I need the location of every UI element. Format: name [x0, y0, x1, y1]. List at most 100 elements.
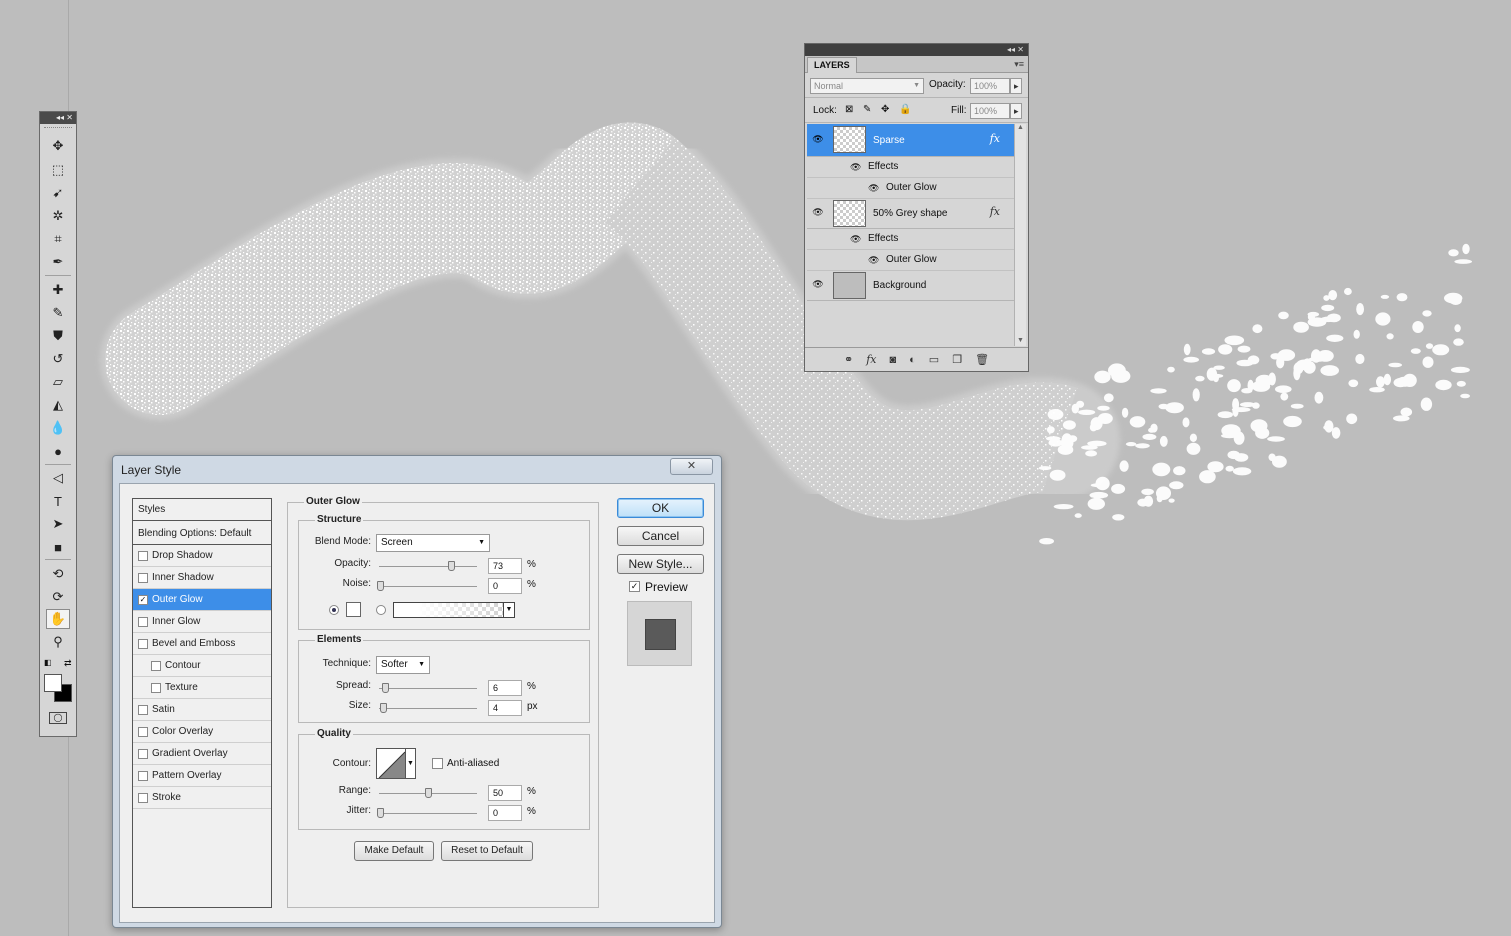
style-checkbox[interactable] [138, 771, 148, 781]
path-selection-tool-icon[interactable]: ➤ [46, 514, 70, 534]
style-checkbox[interactable] [138, 705, 148, 715]
swap-colors-icon[interactable]: ⇄ [64, 658, 72, 669]
layer-row-grey-shape[interactable]: 👁 50% Grey shape fx [807, 199, 1014, 229]
crop-tool-icon[interactable]: ⌗ [46, 229, 70, 249]
contour-picker[interactable]: ▼ [376, 748, 416, 779]
style-checkbox[interactable] [138, 551, 148, 561]
lock-all-icon[interactable]: 🔒 [899, 104, 911, 115]
style-checkbox[interactable]: ✓ [138, 595, 148, 605]
style-checkbox[interactable] [138, 573, 148, 583]
fill-arrow-icon[interactable]: ▸ [1010, 103, 1022, 119]
lock-transparent-icon[interactable]: ⊠ [845, 104, 853, 115]
tab-layers[interactable]: LAYERS [807, 57, 857, 73]
visibility-eye-icon[interactable]: 👁 [811, 207, 825, 219]
opacity-slider-handle[interactable] [448, 561, 455, 571]
effects-eye-icon[interactable]: 👁 [850, 157, 861, 177]
style-item-inner-glow[interactable]: Inner Glow [133, 611, 271, 633]
effects-row[interactable]: 👁 Effects [807, 157, 1014, 178]
effects-eye-icon[interactable]: 👁 [850, 229, 861, 249]
cancel-button[interactable]: Cancel [617, 526, 704, 546]
opacity-arrow-icon[interactable]: ▸ [1010, 78, 1022, 94]
3d-rotate-tool-icon[interactable]: ⟲ [46, 564, 70, 584]
lock-image-icon[interactable]: ✎ [863, 104, 871, 115]
style-item-inner-shadow[interactable]: Inner Shadow [133, 567, 271, 589]
size-input[interactable]: 4 [488, 700, 522, 716]
blend-mode-dropdown[interactable]: Screen ▼ [376, 534, 490, 552]
history-brush-tool-icon[interactable]: ↺ [46, 349, 70, 369]
outer-glow-effect-row[interactable]: 👁 Outer Glow [807, 178, 1014, 199]
spread-slider[interactable] [379, 683, 477, 693]
move-tool-icon[interactable]: ✥ [46, 136, 70, 156]
noise-input[interactable]: 0 [488, 578, 522, 594]
lasso-tool-icon[interactable]: ➹ [46, 183, 70, 203]
outer-glow-eye-icon[interactable]: 👁 [868, 250, 879, 270]
size-slider-handle[interactable] [380, 703, 387, 713]
add-mask-icon[interactable]: ◙ [889, 354, 896, 366]
new-group-icon[interactable]: ▭ [929, 353, 939, 366]
opacity-input[interactable]: 100% [970, 78, 1010, 94]
style-item-gradient-overlay[interactable]: Gradient Overlay [133, 743, 271, 765]
styles-header[interactable]: Styles [133, 499, 271, 521]
anti-aliased-checkbox[interactable] [432, 758, 443, 769]
blending-options-item[interactable]: Blending Options: Default [133, 523, 271, 545]
style-item-bevel-and-emboss[interactable]: Bevel and Emboss [133, 633, 271, 655]
brush-tool-icon[interactable]: ✎ [46, 303, 70, 323]
style-checkbox[interactable] [138, 617, 148, 627]
range-input[interactable]: 50 [488, 785, 522, 801]
zoom-tool-icon[interactable]: ⚲ [46, 632, 70, 652]
magic-wand-tool-icon[interactable]: ✲ [46, 206, 70, 226]
style-item-drop-shadow[interactable]: Drop Shadow [133, 545, 271, 567]
style-checkbox[interactable] [138, 793, 148, 803]
eraser-tool-icon[interactable]: ▱ [46, 372, 70, 392]
range-slider[interactable] [379, 788, 477, 798]
jitter-slider-handle[interactable] [377, 808, 384, 818]
fill-input[interactable]: 100% [970, 103, 1010, 119]
foreground-color-swatch[interactable] [44, 674, 62, 692]
jitter-input[interactable]: 0 [488, 805, 522, 821]
make-default-button[interactable]: Make Default [354, 841, 434, 861]
panel-menu-icon[interactable]: ▾≡ [1014, 59, 1024, 70]
toolbox-header[interactable]: ◂◂ ✕ [40, 112, 76, 124]
style-item-outer-glow[interactable]: ✓ Outer Glow [133, 589, 271, 611]
ok-button[interactable]: OK [617, 498, 704, 518]
layers-scrollbar[interactable]: ▲ ▼ [1014, 124, 1026, 346]
solid-color-radio[interactable] [329, 605, 339, 615]
style-checkbox[interactable] [151, 683, 161, 693]
clone-stamp-tool-icon[interactable]: ⛊ [46, 326, 70, 346]
type-tool-icon[interactable]: T [46, 491, 70, 511]
style-item-pattern-overlay[interactable]: Pattern Overlay [133, 765, 271, 787]
eyedropper-tool-icon[interactable]: ✒ [46, 252, 70, 272]
glow-color-swatch[interactable] [346, 602, 361, 617]
rectangle-tool-icon[interactable]: ■ [46, 537, 70, 557]
layer-effects-icon[interactable]: fx [990, 132, 1000, 145]
outer-glow-effect-row[interactable]: 👁 Outer Glow [807, 250, 1014, 271]
blur-tool-icon[interactable]: 💧 [46, 418, 70, 438]
adjustment-layer-icon[interactable]: ◐ [909, 354, 916, 366]
add-style-icon[interactable]: fx [866, 353, 876, 366]
style-item-contour[interactable]: Contour [133, 655, 271, 677]
spread-input[interactable]: 6 [488, 680, 522, 696]
style-checkbox[interactable] [138, 727, 148, 737]
link-layers-icon[interactable]: ⚭ [844, 353, 853, 366]
toolbox-grip[interactable] [44, 127, 72, 133]
layers-panel-header[interactable]: ◂◂ ✕ [805, 44, 1028, 56]
default-colors-icon[interactable]: ◧ [44, 658, 52, 667]
blend-mode-select[interactable]: Normal ▼ [810, 78, 924, 94]
lock-position-icon[interactable]: ✥ [881, 104, 889, 115]
style-item-color-overlay[interactable]: Color Overlay [133, 721, 271, 743]
style-checkbox[interactable] [138, 749, 148, 759]
layer-row-background[interactable]: 👁 Background [807, 271, 1014, 301]
range-slider-handle[interactable] [425, 788, 432, 798]
noise-slider[interactable] [377, 581, 477, 591]
new-style-button[interactable]: New Style... [617, 554, 704, 574]
delete-layer-icon[interactable]: 🗑 [975, 353, 989, 366]
technique-dropdown[interactable]: Softer ▼ [376, 656, 430, 674]
layer-row-sparse[interactable]: 👁 Sparse fx [807, 124, 1014, 157]
dodge-tool-icon[interactable]: ● [46, 441, 70, 461]
style-item-texture[interactable]: Texture [133, 677, 271, 699]
gradient-radio[interactable] [376, 605, 386, 615]
visibility-eye-icon[interactable]: 👁 [811, 134, 825, 146]
close-button[interactable]: ✕ [670, 458, 713, 475]
noise-slider-handle[interactable] [377, 581, 384, 591]
visibility-eye-icon[interactable]: 👁 [811, 279, 825, 291]
